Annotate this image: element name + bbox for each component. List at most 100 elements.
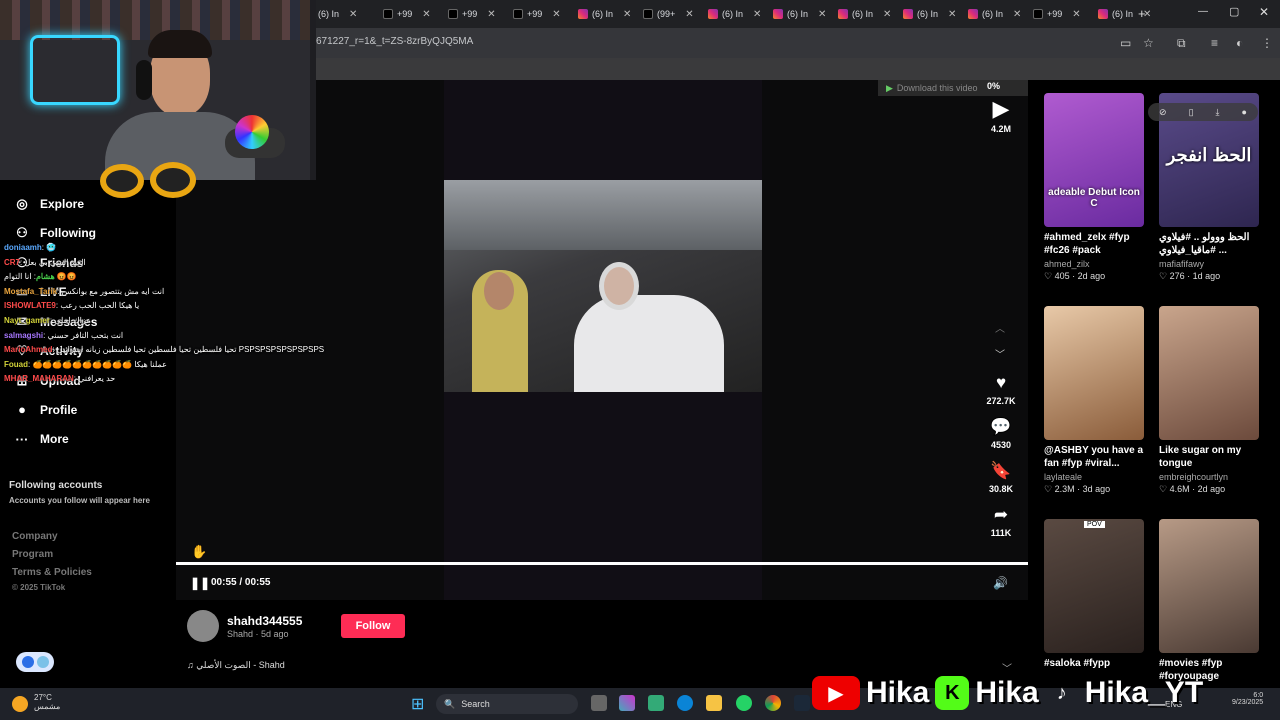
- chat-username: MarioAhmed: [4, 345, 53, 355]
- chat-message: MarioAhmed: تحيا فلسطين تحيا فلسطين تحيا…: [4, 345, 324, 354]
- explorer-icon[interactable]: [706, 695, 722, 711]
- weather-icon: [12, 696, 28, 712]
- browser-tab[interactable]: +99 ✕: [383, 4, 431, 24]
- video-card[interactable]: adeable Debut Icon C #ahmed_zelx #fyp #fc…: [1044, 93, 1144, 282]
- profile-icon[interactable]: ◐: [1236, 36, 1243, 50]
- browser-tab[interactable]: +99 ✕: [1033, 4, 1081, 24]
- task-view-icon[interactable]: [591, 695, 607, 711]
- clock[interactable]: 6:0 9/23/2025: [1232, 692, 1263, 706]
- progress-bar[interactable]: [176, 562, 1028, 565]
- copilot-icon[interactable]: [619, 695, 635, 711]
- user-avatar-icon[interactable]: ●: [1242, 107, 1247, 117]
- browser-tab[interactable]: +99 ✕: [513, 4, 561, 24]
- steam-icon[interactable]: [794, 695, 810, 711]
- video-frame[interactable]: [444, 180, 762, 392]
- whatsapp-icon[interactable]: [736, 695, 752, 711]
- video-card[interactable]: @ASHBY you have a fan #fyp #viral... layl…: [1044, 306, 1144, 495]
- chevron-down-icon[interactable]: ﹀: [995, 346, 1005, 361]
- video-caption[interactable]: #ahmed_zelx #fyp #fc26 #pack: [1044, 231, 1144, 257]
- menu-icon[interactable]: ⋮: [1261, 36, 1273, 50]
- footer-company[interactable]: Company: [12, 531, 58, 542]
- video-card[interactable]: POV #saloka #fypp: [1044, 519, 1144, 670]
- video-caption[interactable]: Like sugar on my tongue: [1159, 444, 1259, 470]
- weather-widget[interactable]: 27°C مشمس: [34, 693, 60, 711]
- download-icon-small[interactable]: ⤓: [1216, 107, 1220, 118]
- video-author[interactable]: embreighcourtlyn: [1159, 472, 1259, 482]
- edge-icon[interactable]: [677, 695, 693, 711]
- video-thumbnail[interactable]: adeable Debut Icon C: [1044, 93, 1144, 227]
- tab-close-icon[interactable]: ✕: [685, 9, 693, 20]
- tab-close-icon[interactable]: ✕: [1072, 9, 1080, 20]
- tab-close-icon[interactable]: ✕: [753, 9, 761, 20]
- like-action[interactable]: ♥ 272.7K: [980, 374, 1022, 407]
- screen-cast-icon[interactable]: ▭: [1120, 36, 1131, 50]
- video-card[interactable]: Like sugar on my tongue embreighcourtlyn ♡…: [1159, 306, 1259, 495]
- phone-icon[interactable]: ▯: [1189, 107, 1194, 118]
- video-caption[interactable]: #saloka #fypp: [1044, 657, 1144, 670]
- star-icon[interactable]: ☆: [1143, 36, 1154, 50]
- tab-close-icon[interactable]: ✕: [948, 9, 956, 20]
- sidebar-item-more[interactable]: ··· More: [14, 432, 69, 447]
- extension-badge[interactable]: [16, 652, 54, 672]
- taskbar-search[interactable]: 🔍 Search: [436, 694, 578, 714]
- video-caption[interactable]: الحظ ووولو .. #فيلاوي #ماقيا_فيلاوي ...: [1159, 231, 1259, 257]
- maximize-icon[interactable]: ▢: [1229, 5, 1239, 18]
- video-card[interactable]: #movies #fyp #foryoupage: [1159, 519, 1259, 683]
- browser-tab[interactable]: (6) In ✕: [903, 4, 956, 24]
- link-icon[interactable]: ⊘: [1159, 107, 1167, 118]
- browser-tab[interactable]: (6) In ✕: [773, 4, 826, 24]
- tab-close-icon[interactable]: ✕: [349, 9, 357, 20]
- author-username[interactable]: shahd344555: [227, 614, 302, 628]
- video-thumbnail[interactable]: [1159, 519, 1259, 653]
- store-icon[interactable]: [648, 695, 664, 711]
- sound-row[interactable]: ♫ الصوت الأصلي - Shahd: [187, 660, 285, 671]
- tab-close-icon[interactable]: ✕: [623, 9, 631, 20]
- media-icon[interactable]: ≡: [1211, 36, 1218, 50]
- video-author[interactable]: laylateale: [1044, 472, 1144, 482]
- comment-action[interactable]: 💬 4530: [980, 418, 1022, 451]
- volume-icon[interactable]: 🔊: [993, 576, 1008, 590]
- extensions-icon[interactable]: ⧉: [1177, 36, 1186, 51]
- browser-tab[interactable]: (99+ ✕: [643, 4, 694, 24]
- browser-tab[interactable]: (6) In ✕: [578, 4, 631, 24]
- video-card[interactable]: الحظ انفجر الحظ ووولو .. #فيلاوي #ماقيا_ف…: [1159, 93, 1259, 282]
- video-thumbnail[interactable]: [1044, 306, 1144, 440]
- tab-label: (6) In: [787, 9, 809, 19]
- tab-close-icon[interactable]: ✕: [552, 9, 560, 20]
- tab-close-icon[interactable]: ✕: [422, 9, 430, 20]
- author-subline: Shahd · 5d ago: [227, 629, 289, 639]
- tab-close-icon[interactable]: ✕: [818, 9, 826, 20]
- share-action[interactable]: ➦ 111K: [980, 506, 1022, 539]
- minimize-icon[interactable]: —: [1198, 6, 1208, 17]
- tab-close-icon[interactable]: ✕: [487, 9, 495, 20]
- chrome-icon[interactable]: [765, 695, 781, 711]
- browser-tab[interactable]: (6) In ✕: [968, 4, 1021, 24]
- browser-tab[interactable]: +99 ✕: [448, 4, 496, 24]
- follow-button[interactable]: Follow: [341, 614, 405, 638]
- video-author[interactable]: mafiafifawy: [1159, 259, 1259, 269]
- sidebar-item-following[interactable]: ⚇ Following: [14, 225, 96, 241]
- video-thumbnail[interactable]: POV: [1044, 519, 1144, 653]
- browser-tab[interactable]: (6) In ✕: [708, 4, 761, 24]
- windows-start-icon[interactable]: ⊞: [411, 694, 424, 714]
- chat-message: ISHOWLATE9: يا هيكا الحب الحب رعب: [4, 301, 139, 310]
- video-author[interactable]: ahmed_zilx: [1044, 259, 1144, 269]
- footer-terms[interactable]: Terms & Policies: [12, 567, 92, 578]
- download-bar[interactable]: ▶ Download this video: [878, 80, 1028, 96]
- footer-program[interactable]: Program: [12, 549, 53, 560]
- video-thumbnail[interactable]: [1159, 306, 1259, 440]
- tab-close-icon[interactable]: ✕: [883, 9, 891, 20]
- browser-tab[interactable]: (6) In ✕: [318, 4, 357, 24]
- sidebar-item-profile[interactable]: ● Profile: [14, 402, 77, 417]
- pause-icon[interactable]: ❚❚: [190, 576, 210, 590]
- video-caption[interactable]: @ASHBY you have a fan #fyp #viral...: [1044, 444, 1144, 470]
- chevron-up-icon[interactable]: ︿: [995, 320, 1005, 335]
- author-avatar[interactable]: [187, 610, 219, 642]
- tab-close-icon[interactable]: ✕: [1013, 9, 1021, 20]
- sidebar-item-explore[interactable]: ◎ Explore: [14, 196, 84, 212]
- new-tab-icon[interactable]: +: [1138, 6, 1146, 21]
- save-action[interactable]: 🔖 30.8K: [980, 462, 1022, 495]
- browser-tab[interactable]: (6) In ✕: [838, 4, 891, 24]
- close-icon[interactable]: ✕: [1259, 5, 1269, 19]
- url-text[interactable]: 671227_r=1&_t=ZS-8zrByQJQ5MA: [316, 36, 473, 47]
